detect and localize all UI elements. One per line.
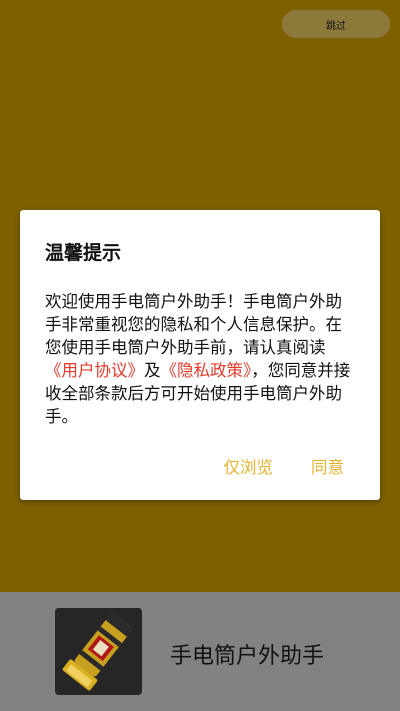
dialog-actions: 仅浏览 同意 <box>224 454 345 478</box>
privacy-policy-link[interactable]: 《隐私政策》 <box>161 361 252 380</box>
browse-only-button[interactable]: 仅浏览 <box>224 454 274 478</box>
privacy-dialog: 温馨提示 欢迎使用手电筒户外助手！手电筒户外助手非常重视您的隐私和个人信息保护。… <box>20 210 380 500</box>
skip-button[interactable]: 跳过 <box>282 10 390 38</box>
app-branding-bar: 手电筒户外助手 <box>0 592 400 711</box>
body-text-and: 及 <box>144 361 161 380</box>
dialog-body: 欢迎使用手电筒户外助手！手电筒户外助手非常重视您的隐私和个人信息保护。在您使用手… <box>45 290 357 428</box>
agree-button[interactable]: 同意 <box>311 454 344 478</box>
body-text-intro: 欢迎使用手电筒户外助手！手电筒户外助手非常重视您的隐私和个人信息保护。在您使用手… <box>45 292 342 357</box>
splash-screen: 跳过 温馨提示 欢迎使用手电筒户外助手！手电筒户外助手非常重视您的隐私和个人信息… <box>0 0 400 711</box>
user-agreement-link[interactable]: 《用户协议》 <box>45 361 144 380</box>
dialog-title: 温馨提示 <box>45 242 122 264</box>
app-name: 手电筒户外助手 <box>170 644 325 669</box>
flashlight-icon <box>55 608 142 695</box>
